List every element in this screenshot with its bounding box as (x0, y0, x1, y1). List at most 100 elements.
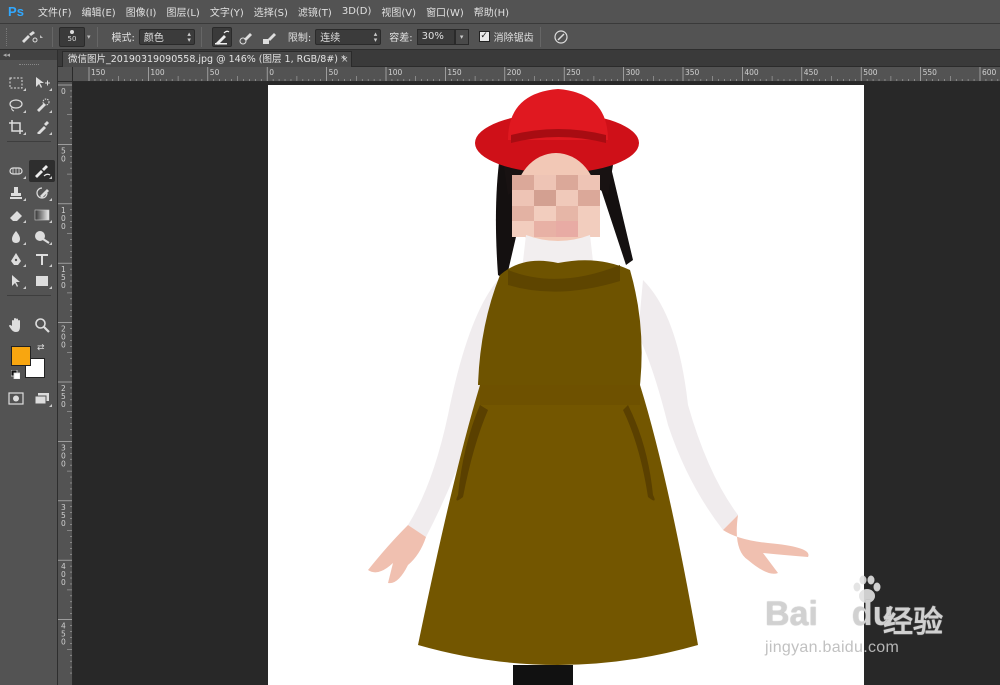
separator (96, 26, 98, 47)
menu-type[interactable]: 文字(Y) (210, 4, 244, 19)
hand-icon (9, 318, 20, 332)
menu-3d[interactable]: 3D(D) (342, 6, 372, 17)
tool-hand[interactable] (3, 314, 29, 336)
ruler-tick-label: 600 (982, 68, 997, 77)
brush-preset-picker[interactable]: 50 (59, 26, 85, 47)
eyedropper-icon (37, 121, 49, 134)
limits-label: 限制: (287, 33, 312, 44)
ruler-tick-label: 50 (329, 68, 339, 77)
sampling-once-icon (239, 32, 252, 44)
watermark-cn: 经验 (883, 605, 943, 640)
ruler-tick-label: 350 (685, 68, 700, 77)
tolerance-slider-button[interactable]: ▾ (454, 28, 469, 45)
tools-panel-grip[interactable] (0, 60, 57, 68)
sampling-continuous-button[interactable] (211, 26, 232, 47)
tool-color-replacement-brush[interactable] (29, 160, 55, 182)
screen-mode-icon (34, 393, 49, 405)
tools-panel-collapse[interactable]: ◂◂ (0, 50, 57, 60)
menu-file[interactable]: 文件(F) (38, 4, 72, 19)
dodge-icon (35, 231, 50, 244)
options-grip (6, 27, 12, 46)
tool-zoom[interactable] (29, 314, 55, 336)
baidu-jingyan-watermark: Bai du 经验 jingyan.baidu.com (765, 575, 997, 665)
rectangle-icon (36, 276, 48, 286)
brush-size-value: 50 (67, 35, 77, 43)
foreground-color-swatch[interactable] (11, 346, 31, 366)
color-replacement-brush-icon (22, 30, 43, 43)
tolerance-label: 容差: (389, 33, 413, 44)
pen-icon (11, 253, 21, 265)
menu-help[interactable]: 帮助(H) (474, 4, 509, 19)
mode-select[interactable]: 颜色 ▴ ▾ (138, 28, 195, 45)
limits-select[interactable]: 连续 ▴ ▾ (315, 28, 382, 45)
ruler-tick-label: 450 (804, 68, 819, 77)
default-colors-icon[interactable] (11, 370, 20, 379)
tolerance-input[interactable]: 30% (416, 28, 455, 45)
menu-select[interactable]: 选择(S) (254, 4, 288, 19)
tool-clone-stamp[interactable] (3, 182, 29, 204)
tool-type[interactable] (29, 248, 55, 270)
tool-quick-selection[interactable] (29, 94, 55, 116)
ruler-origin[interactable] (58, 67, 73, 82)
photoshop-logo: Ps (8, 4, 24, 19)
separator (539, 26, 541, 47)
horizontal-ruler[interactable]: 150 100 50 0 50 100 150 200 250 300 350 400 450 500 55… (73, 67, 1000, 82)
tool-rectangle[interactable] (29, 270, 55, 292)
ruler-tick-label: 550 (923, 68, 938, 77)
tablet-pressure-button[interactable] (551, 27, 571, 47)
tool-preset-picker[interactable] (18, 27, 46, 47)
tool-rectangular-marquee[interactable] (3, 72, 29, 94)
ruler-tick-label: 0 (61, 459, 66, 468)
sampling-background-button[interactable] (260, 27, 280, 47)
chevron-down-icon[interactable]: ▾ (87, 33, 91, 41)
tool-pen[interactable] (3, 248, 29, 270)
tool-move[interactable] (29, 72, 55, 94)
ruler-tick-label: 0 (269, 68, 274, 77)
menu-bar: Ps 文件(F) 编辑(E) 图像(I) 图层(L) 文字(Y) 选择(S) 滤… (0, 0, 1000, 24)
select-arrows-icon: ▴ ▾ (187, 29, 191, 44)
separator (200, 26, 202, 47)
tool-crop[interactable] (3, 116, 29, 138)
tool-quick-mask[interactable] (3, 388, 29, 410)
menu-edit[interactable]: 编辑(E) (82, 4, 116, 19)
tool-gradient[interactable] (29, 204, 55, 226)
ruler-tick-label: 300 (626, 68, 641, 77)
tool-screen-mode[interactable] (29, 388, 55, 410)
zoom-icon (35, 318, 50, 333)
tool-spot-healing-brush[interactable] (3, 160, 29, 182)
move-icon (36, 77, 50, 88)
ruler-tick-label: 0 (61, 400, 66, 409)
tool-dodge[interactable] (29, 226, 55, 248)
menu-view[interactable]: 视图(V) (381, 4, 416, 19)
ruler-tick-label: 250 (566, 68, 581, 77)
sampling-continuous-icon (214, 30, 230, 45)
ruler-tick-label: 0 (61, 87, 66, 96)
sampling-once-button[interactable] (236, 27, 256, 47)
color-swatches: ⇄ (3, 342, 54, 386)
menu-image[interactable]: 图像(I) (126, 4, 157, 19)
tool-blur[interactable] (3, 226, 29, 248)
document-tab[interactable]: 微信图片_20190319090558.jpg @ 146% (图层 1, RG… (62, 51, 352, 67)
tool-history-brush[interactable] (29, 182, 55, 204)
ruler-tick-label: 0 (61, 281, 66, 290)
ruler-tick-label: 0 (61, 578, 66, 587)
eraser-icon (10, 211, 22, 221)
tool-path-selection[interactable] (3, 270, 29, 292)
sampling-background-icon (262, 32, 276, 44)
vertical-ruler[interactable]: 050100150200250300350400450 (58, 82, 73, 685)
tool-lasso[interactable] (3, 94, 29, 116)
tool-eraser[interactable] (3, 204, 29, 226)
quick-selection-icon (37, 98, 50, 112)
close-icon[interactable]: × (341, 55, 349, 65)
gradient-icon (34, 209, 50, 221)
menu-filter[interactable]: 滤镜(T) (298, 4, 332, 19)
swap-colors-icon[interactable]: ⇄ (37, 343, 45, 353)
ruler-tick-label: 200 (507, 68, 522, 77)
menu-window[interactable]: 窗口(W) (426, 4, 464, 19)
horizontal-ruler-ticks: 150 100 50 0 50 100 150 200 250 300 350 400 450 500 55… (88, 67, 999, 81)
menu-layer[interactable]: 图层(L) (166, 4, 199, 19)
tool-eyedropper[interactable] (29, 116, 55, 138)
spot-healing-brush-icon (9, 167, 23, 175)
quick-mask-icon (8, 392, 24, 405)
antialias-checkbox[interactable]: ✓ (478, 31, 490, 42)
